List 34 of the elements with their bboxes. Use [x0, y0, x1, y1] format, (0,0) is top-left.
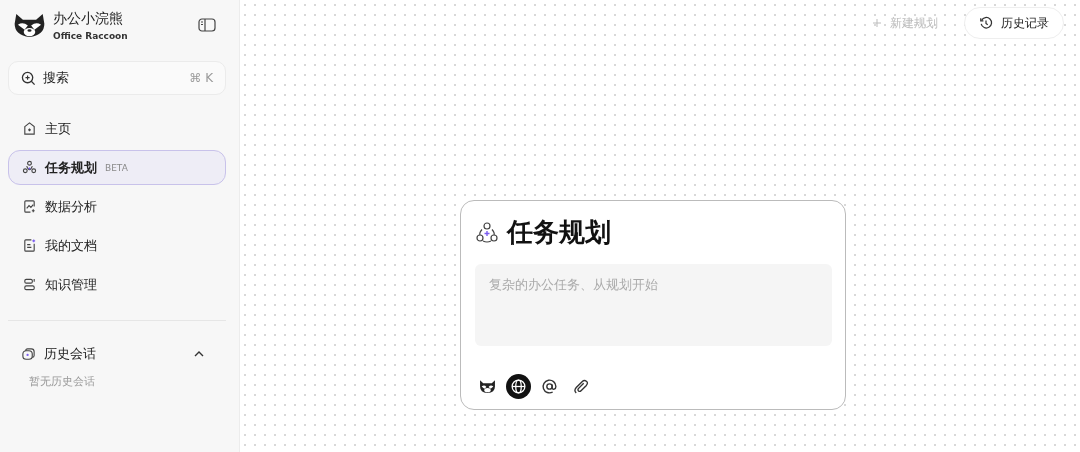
search-icon: [21, 70, 36, 86]
app-name: 办公小浣熊: [53, 9, 124, 28]
empty-history-text: 暂无历史会话: [29, 374, 96, 389]
nav-item[interactable]: 任务规划 BETA: [8, 150, 226, 185]
raccoon-icon: [479, 378, 496, 395]
task-input[interactable]: 复杂的办公任务、从规划开始: [475, 264, 832, 346]
house-icon: [22, 121, 37, 136]
search-field[interactable]: 搜索 ⌘ K: [8, 61, 226, 95]
app-subtitle: Office Raccoon: [53, 30, 129, 41]
sidebar-toggle-icon[interactable]: [198, 18, 216, 32]
globe-icon: [510, 378, 527, 395]
plus-icon: [872, 18, 882, 28]
chart-icon: [22, 199, 37, 214]
raccoon-logo: [13, 11, 46, 39]
chevron-icon: [193, 350, 205, 358]
paperclip-icon: [572, 378, 589, 395]
history-icon: [979, 16, 993, 30]
at-sign-icon: [541, 378, 558, 395]
nodes-icon: [475, 220, 499, 245]
chat-bubbles-icon: [21, 346, 36, 362]
nav-item[interactable]: 我的文档: [8, 228, 226, 263]
nav-item[interactable]: 知识管理: [8, 267, 226, 302]
stack-icon: [22, 277, 37, 292]
nav-item[interactable]: 主页: [8, 111, 226, 146]
beta-tag: BETA: [105, 162, 128, 173]
document-icon: [22, 238, 37, 253]
web-search-button[interactable]: [506, 374, 531, 399]
shortcut-hint: ⌘ K: [189, 71, 213, 85]
history-header[interactable]: 历史会话: [8, 343, 226, 365]
history-button[interactable]: 历史记录: [964, 7, 1064, 39]
nodes-icon: [22, 160, 37, 175]
search-label: 搜索: [43, 69, 70, 87]
card-title: 任务规划: [507, 216, 611, 249]
nav-item[interactable]: 数据分析: [8, 189, 226, 224]
